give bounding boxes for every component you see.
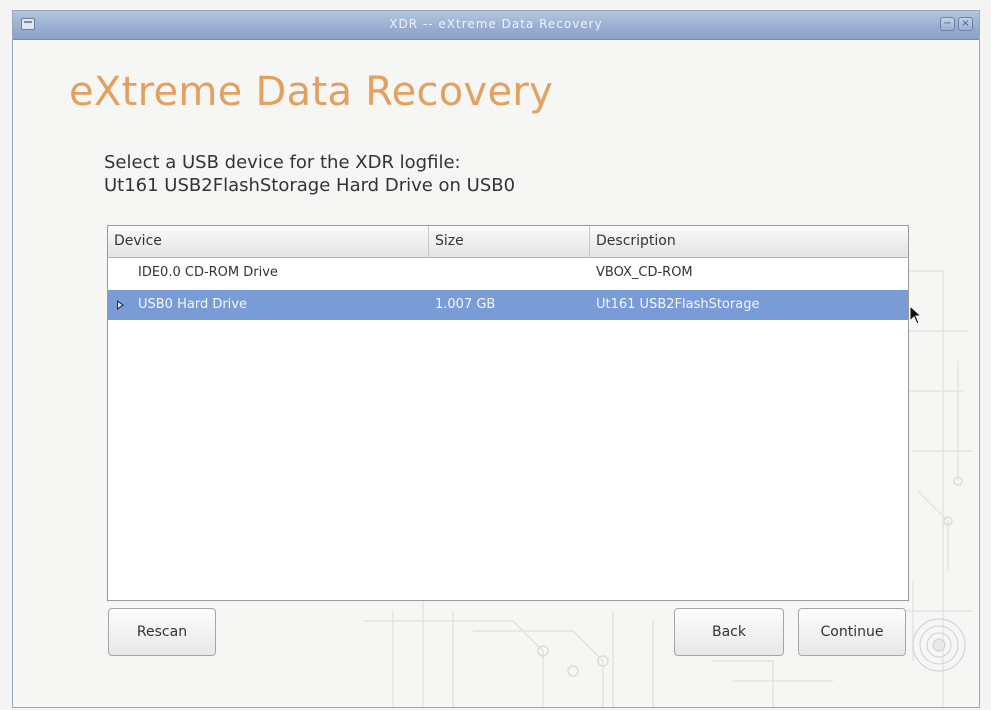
prompt-instruction: Select a USB device for the XDR logfile: (104, 152, 461, 173)
prompt-selected-device: Ut161 USB2FlashStorage Hard Drive on USB… (104, 175, 516, 196)
window-title: XDR -- eXtreme Data Recovery (389, 17, 603, 31)
description-cell: VBOX_CD-ROM (596, 265, 693, 280)
table-row-selected[interactable]: USB0 Hard Drive 1.007 GB Ut161 USB2Flash… (108, 290, 908, 320)
device-cell: USB0 Hard Drive (138, 297, 247, 312)
column-header-device[interactable]: Device (108, 226, 429, 257)
close-icon[interactable]: × (958, 17, 973, 31)
column-header-description[interactable]: Description (590, 226, 908, 257)
minimize-icon[interactable]: − (940, 17, 955, 31)
column-header-size[interactable]: Size (429, 226, 590, 257)
table-header: Device Size Description (108, 226, 908, 258)
back-button[interactable]: Back (674, 608, 784, 656)
device-table[interactable]: Device Size Description IDE0.0 CD-ROM Dr… (107, 225, 909, 601)
size-cell: 1.007 GB (435, 297, 496, 312)
page-title: eXtreme Data Recovery (69, 69, 554, 115)
prompt-text: Select a USB device for the XDR logfile:… (104, 151, 515, 197)
expander-triangle-icon[interactable] (117, 300, 124, 310)
title-bar[interactable]: XDR -- eXtreme Data Recovery − × (13, 11, 979, 40)
rescan-button[interactable]: Rescan (108, 608, 216, 656)
xdr-window: XDR -- eXtreme Data Recovery − × eXtreme… (12, 10, 980, 708)
table-row[interactable]: IDE0.0 CD-ROM Drive VBOX_CD-ROM (108, 258, 908, 288)
continue-button[interactable]: Continue (798, 608, 906, 656)
description-cell: Ut161 USB2FlashStorage (596, 297, 760, 312)
device-cell: IDE0.0 CD-ROM Drive (138, 265, 278, 280)
mouse-pointer-icon (909, 305, 923, 325)
